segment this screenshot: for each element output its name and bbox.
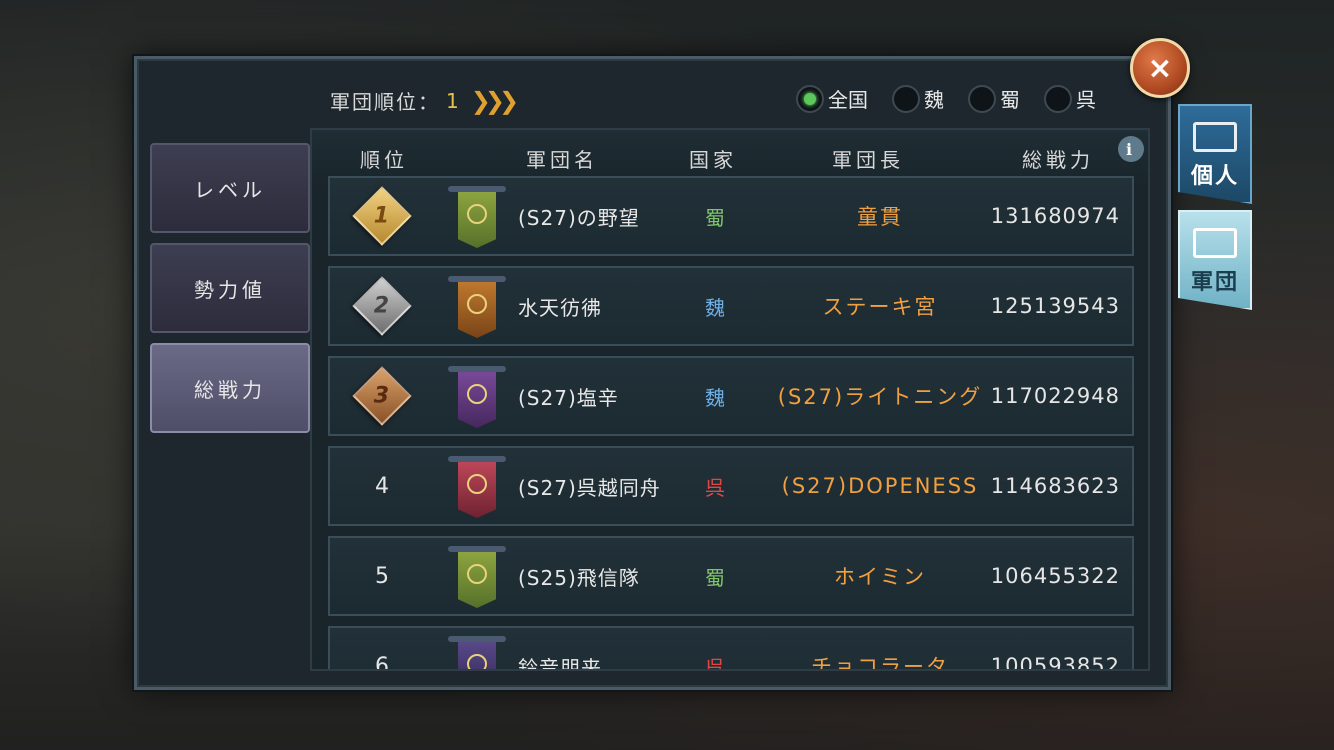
- radio-button[interactable]: [1044, 84, 1072, 113]
- bronze-medal-icon: 3: [352, 366, 412, 426]
- filter-wei[interactable]: 魏: [886, 84, 956, 113]
- table-row[interactable]: 3 (S27)塩辛 魏 (S27)ライトニング 117022948: [328, 356, 1134, 436]
- tab-label: 軍団: [1190, 270, 1239, 295]
- scroll-icon: [1193, 228, 1237, 258]
- legion-name: (S27)塩辛: [518, 385, 619, 410]
- filter-wu[interactable]: 呉: [1038, 84, 1108, 113]
- view-tabs: 個人 軍団: [1178, 104, 1252, 316]
- total-power: 125139543: [990, 294, 1120, 318]
- column-header-leader: 軍団長: [832, 147, 904, 172]
- legion-name: (S25)飛信隊: [518, 565, 640, 590]
- total-power: 106455322: [990, 564, 1120, 588]
- country: 魏: [705, 295, 725, 320]
- scroll-icon: [1193, 122, 1237, 152]
- column-header-legion-name: 軍団名: [526, 147, 598, 172]
- tab-label: 総戦力: [194, 377, 266, 402]
- table-row[interactable]: 2 水天彷彿 魏 ステーキ宮 125139543: [328, 266, 1134, 346]
- tab-influence[interactable]: 勢力値: [150, 243, 310, 333]
- leader-name: 童貫: [857, 205, 903, 229]
- tab-level[interactable]: レベル: [150, 143, 310, 233]
- tab-label: レベル: [194, 177, 266, 202]
- legion-name: (S27)呉越同舟: [518, 475, 661, 500]
- table-row[interactable]: 4 (S27)呉越同舟 呉 (S27)DOPENESS 114683623: [328, 446, 1134, 526]
- rank-badge: 1: [352, 178, 412, 254]
- filter-all[interactable]: 全国: [790, 84, 880, 113]
- country: 蜀: [705, 205, 725, 230]
- tab-label: 個人: [1190, 164, 1239, 189]
- radio-button[interactable]: [892, 84, 920, 113]
- tab-total-power[interactable]: 総戦力: [150, 343, 310, 433]
- rank-badge: 3: [352, 358, 412, 434]
- ranking-rows: 1 (S27)の野望 蜀 童貫 131680974 2 水天彷彿 魏 ステーキ宮…: [328, 176, 1136, 671]
- country: 呉: [705, 655, 725, 671]
- legion-rank-summary: 軍団順位： 1 ❯❯❯: [330, 86, 519, 115]
- legion-name: 鈴音朋来: [518, 655, 602, 671]
- country-filter: 全国 魏 蜀 呉: [790, 84, 1114, 113]
- legion-banner-icon: [448, 452, 506, 522]
- rank-badge: 2: [352, 268, 412, 344]
- silver-medal-icon: 2: [352, 276, 412, 336]
- rank-value: 1: [446, 88, 461, 113]
- rank-label: 軍団順位：: [330, 90, 440, 114]
- rank-number: 5: [375, 563, 389, 589]
- legion-name: (S27)の野望: [518, 205, 640, 230]
- leader-name: (S27)ライトニング: [777, 385, 983, 409]
- tab-label: 勢力値: [194, 277, 266, 302]
- rank-number: 4: [375, 473, 389, 499]
- legion-banner-icon: [448, 182, 506, 252]
- radio-button[interactable]: [796, 84, 824, 113]
- rank-number: 6: [375, 653, 389, 671]
- total-power: 117022948: [990, 384, 1120, 408]
- leader-name: ステーキ宮: [822, 295, 938, 319]
- table-row[interactable]: 5 (S25)飛信隊 蜀 ホイミン 106455322: [328, 536, 1134, 616]
- gold-medal-icon: 1: [352, 186, 412, 246]
- table-row[interactable]: 6 鈴音朋来 呉 チョコラータ 100593852: [328, 626, 1134, 671]
- total-power: 131680974: [990, 204, 1120, 228]
- legion-name: 水天彷彿: [518, 295, 602, 320]
- filter-label: 蜀: [1000, 88, 1020, 112]
- close-button[interactable]: ×: [1130, 38, 1190, 98]
- filter-label: 魏: [924, 88, 944, 112]
- filter-label: 呉: [1076, 88, 1096, 112]
- leader-name: (S27)DOPENESS: [781, 474, 979, 498]
- country: 蜀: [705, 565, 725, 590]
- table-row[interactable]: 1 (S27)の野望 蜀 童貫 131680974: [328, 176, 1134, 256]
- tab-personal[interactable]: 個人: [1178, 104, 1252, 204]
- country: 魏: [705, 385, 725, 410]
- filter-label: 全国: [828, 88, 868, 112]
- tab-legion[interactable]: 軍団: [1178, 210, 1252, 310]
- radio-button[interactable]: [968, 84, 996, 113]
- filter-shu[interactable]: 蜀: [962, 84, 1032, 113]
- close-icon: ×: [1147, 50, 1173, 86]
- total-power: 100593852: [990, 654, 1120, 671]
- ranking-table[interactable]: 順位 軍団名 国家 軍団長 総戦力 i 1 (S27)の野望 蜀 童貫 1316…: [310, 128, 1150, 671]
- info-icon[interactable]: i: [1118, 136, 1144, 162]
- chevron-right-icon[interactable]: ❯❯❯: [471, 87, 519, 115]
- leader-name: ホイミン: [834, 565, 926, 589]
- legion-banner-icon: [448, 272, 506, 342]
- legion-banner-icon: [448, 632, 506, 669]
- total-power: 114683623: [990, 474, 1120, 498]
- category-tabs: レベル 勢力値 総戦力: [150, 143, 310, 443]
- column-header-rank: 順位: [360, 147, 408, 172]
- country: 呉: [705, 475, 725, 500]
- leader-name: チョコラータ: [811, 655, 949, 671]
- column-header-total-power: 総戦力: [1022, 147, 1094, 172]
- column-header-country: 国家: [689, 147, 737, 172]
- legion-banner-icon: [448, 542, 506, 612]
- legion-banner-icon: [448, 362, 506, 432]
